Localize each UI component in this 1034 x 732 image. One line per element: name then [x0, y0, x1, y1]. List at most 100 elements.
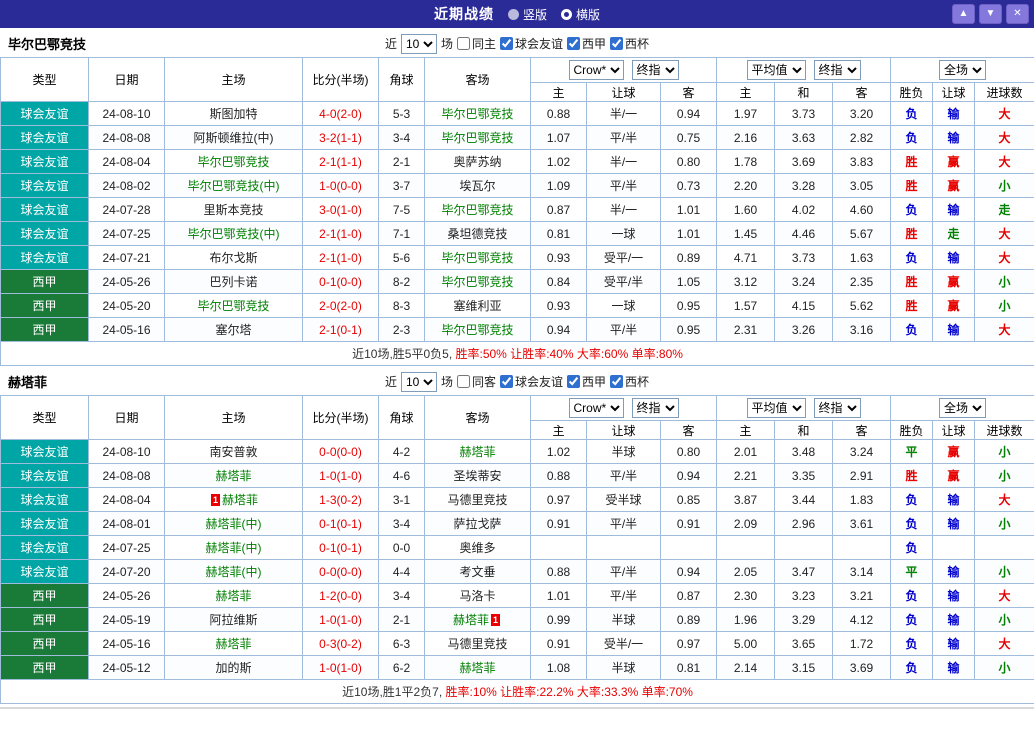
fulltime-select[interactable]: 全场 [939, 60, 987, 80]
score-halftime: 2-1(1-0) [302, 221, 379, 246]
league-filter-laliga[interactable]: 西甲 [567, 373, 606, 390]
avg-odds: 2.96 [774, 511, 834, 536]
avg-odds: 1.72 [832, 631, 892, 656]
avg-odds: 3.63 [774, 125, 834, 150]
league-checkbox-copa[interactable] [610, 37, 624, 50]
goals-result: 小 [974, 655, 1034, 680]
wdl-result: 负 [890, 511, 934, 536]
handicap-result: 输 [932, 317, 976, 342]
scroll-up-button[interactable]: ▲ [952, 4, 975, 24]
league-checkbox-laliga[interactable] [567, 37, 581, 50]
table-row: 球会友谊 24-08-08 阿斯顿维拉(中) 3-2(1-1) 3-4 毕尔巴鄂竞技 1.0… [0, 125, 1034, 150]
league-checkbox-friendly[interactable] [500, 37, 513, 50]
corners: 2-1 [378, 149, 425, 174]
league-filter-copa[interactable]: 西杯 [610, 373, 649, 390]
avg-odds: 4.02 [774, 197, 834, 222]
handicap-odds: 0.88 [530, 101, 587, 126]
final-odds-select[interactable]: 终指 [631, 398, 679, 418]
league-filter-friendly[interactable]: 球会友谊 [500, 35, 563, 52]
fulltime-select[interactable]: 全场 [939, 398, 987, 418]
avg-odds: 3.65 [774, 631, 834, 656]
same-venue-filter[interactable]: 同客 [456, 373, 496, 390]
games-count-select[interactable]: 10 [400, 33, 437, 54]
subheader-away-odds: 客 [659, 420, 718, 440]
competition-type: 球会友谊 [0, 125, 89, 150]
same-venue-filter[interactable]: 同主 [456, 35, 496, 52]
team-label: 赫塔菲 [215, 589, 252, 603]
avg-odds: 4.15 [774, 293, 834, 318]
league-filter-copa[interactable]: 西杯 [610, 35, 649, 52]
match-date: 24-08-10 [88, 439, 165, 464]
result-group: 全场 [890, 57, 1034, 83]
same-venue-checkbox[interactable] [456, 375, 470, 388]
league-filter-friendly[interactable]: 球会友谊 [500, 373, 563, 390]
competition-type: 球会友谊 [0, 439, 89, 464]
handicap-odds: 0.94 [659, 559, 718, 584]
team-label: 毕尔巴鄂竞技 [441, 203, 514, 217]
radio-vertical-layout[interactable]: 竖版 [507, 6, 547, 23]
avg-odds: 1.60 [716, 197, 776, 222]
final-odds-select[interactable]: 终指 [813, 60, 861, 80]
average-select[interactable]: 平均值 [746, 60, 806, 80]
score-halftime: 1-2(0-0) [302, 583, 379, 608]
goals-result: 大 [974, 317, 1034, 342]
handicap-odds: 0.91 [530, 631, 587, 656]
competition-type: 球会友谊 [0, 221, 89, 246]
league-checkbox-friendly[interactable] [500, 375, 513, 388]
home-team: 赫塔菲 [164, 583, 303, 608]
table-row: 西甲 24-05-12 加的斯 1-0(1-0) 6-2 赫塔菲 1.08 半球 0.81 2.1… [0, 655, 1034, 680]
scroll-down-button[interactable]: ▼ [979, 4, 1002, 24]
league-checkbox-laliga[interactable] [567, 375, 581, 388]
handicap-odds: 0.81 [659, 655, 718, 680]
score-halftime: 2-1(1-1) [302, 149, 379, 174]
team-name: 赫塔菲 [8, 375, 48, 390]
avg-odds: 4.46 [774, 221, 834, 246]
wdl-result: 胜 [890, 293, 934, 318]
handicap-odds: 0.93 [530, 293, 587, 318]
corners: 7-5 [378, 197, 425, 222]
league-filter-laliga[interactable]: 西甲 [567, 35, 606, 52]
avg-odds [774, 535, 834, 560]
avg-odds: 3.20 [832, 101, 892, 126]
wdl-result: 胜 [890, 463, 934, 488]
avg-odds: 1.78 [716, 149, 776, 174]
competition-type: 西甲 [0, 583, 89, 608]
final-odds-select[interactable]: 终指 [631, 60, 679, 80]
corners: 6-2 [378, 655, 425, 680]
avg-odds: 2.30 [716, 583, 776, 608]
avg-odds: 5.62 [832, 293, 892, 318]
table-row: 球会友谊 24-07-21 布尔戈斯 2-1(1-0) 5-6 毕尔巴鄂竞技 0.93 受平/… [0, 245, 1034, 270]
match-date: 24-08-02 [88, 173, 165, 198]
league-checkbox-copa[interactable] [610, 375, 624, 388]
bookmaker-select[interactable]: Crow* [568, 398, 624, 418]
average-select[interactable]: 平均值 [746, 398, 806, 418]
results-table: 类型 日期 主场 比分(半场) 角球 客场 Crow* 终指 平均值 终指 全场… [0, 57, 1034, 366]
wdl-result: 负 [890, 487, 934, 512]
handicap-result: 输 [932, 101, 976, 126]
handicap-line: 半/一 [586, 101, 661, 126]
handicap-odds: 1.01 [659, 221, 718, 246]
handicap-result: 赢 [932, 439, 976, 464]
goals-result: 小 [974, 293, 1034, 318]
games-count-select[interactable]: 10 [400, 371, 437, 392]
handicap-result: 输 [932, 583, 976, 608]
score-halftime: 1-0(1-0) [302, 655, 379, 680]
summary-segment: 胜率:10% [445, 685, 497, 699]
bookmaker-select[interactable]: Crow* [568, 60, 624, 80]
subheader-handicap-result: 让球 [932, 82, 976, 102]
handicap-line: 半球 [586, 439, 661, 464]
final-odds-select[interactable]: 终指 [813, 398, 861, 418]
home-team: 赫塔菲 [164, 631, 303, 656]
competition-type: 西甲 [0, 607, 89, 632]
window-buttons: ▲ ▼ ✕ [952, 4, 1029, 24]
wdl-result: 负 [890, 317, 934, 342]
close-button[interactable]: ✕ [1006, 4, 1029, 24]
same-venue-checkbox[interactable] [456, 37, 470, 50]
team-name: 毕尔巴鄂竞技 [8, 37, 87, 52]
radio-horizontal-layout[interactable]: 横版 [561, 6, 600, 23]
team-label: 阿拉维斯 [209, 613, 258, 627]
handicap-odds [659, 535, 718, 560]
team-label: 埃瓦尔 [459, 179, 496, 193]
score-halftime: 0-0(0-0) [302, 559, 379, 584]
league-label: 西杯 [625, 37, 650, 51]
